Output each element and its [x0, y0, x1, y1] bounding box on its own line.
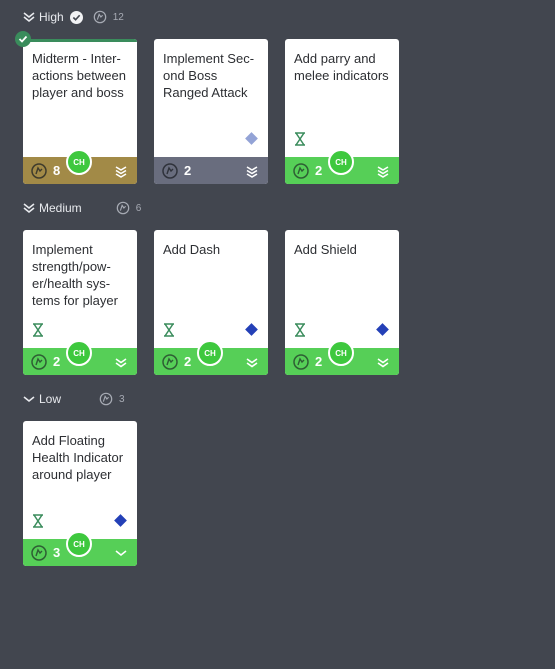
group-title: Medium	[39, 201, 82, 215]
group-points: 6	[116, 201, 142, 215]
points-icon	[162, 162, 178, 179]
group-complete-check-icon	[69, 10, 83, 24]
card-title: Add Shield	[294, 242, 357, 257]
story-card[interactable]: Add Dash 2 CH	[154, 230, 268, 375]
card-footer: 2 CH	[285, 149, 399, 184]
group-title: High	[39, 10, 64, 24]
group-points-value: 12	[112, 11, 124, 23]
points-icon	[116, 201, 129, 215]
points-icon	[93, 10, 106, 24]
card-title: Implement Sec­ond Boss Ranged Attack	[163, 51, 255, 100]
group-points-value: 6	[135, 202, 142, 214]
card-points: 8	[53, 163, 61, 178]
card-footer: 2 CH	[154, 340, 268, 375]
double-chevron-icon	[23, 203, 35, 214]
avatar[interactable]: CH	[328, 340, 354, 366]
hourglass-icon	[295, 132, 305, 146]
story-card[interactable]: Implement Sec­ond Boss Ranged Attack 2	[154, 39, 268, 184]
story-card[interactable]: Add parry and melee indicators 2 CH	[285, 39, 399, 184]
points-icon	[99, 392, 113, 406]
card-title: Add Dash	[163, 242, 221, 257]
points-icon	[293, 353, 309, 370]
avatar[interactable]: CH	[66, 149, 92, 175]
story-card[interactable]: Add Floating Health Indica­tor around pl…	[23, 421, 137, 566]
card-footer: 2	[154, 157, 268, 184]
done-stripe	[23, 39, 137, 42]
group-points: 12	[93, 10, 124, 24]
card-points: 2	[315, 163, 323, 178]
points-icon	[162, 353, 178, 370]
card-footer: 2 CH	[23, 340, 137, 375]
hourglass-icon	[295, 323, 305, 337]
priority-high-icon	[377, 166, 389, 178]
priority-high-icon	[246, 166, 258, 178]
avatar[interactable]: CH	[197, 340, 223, 366]
avatar[interactable]: CH	[328, 149, 354, 175]
card-footer: 3 CH	[23, 531, 137, 566]
hourglass-icon	[33, 323, 43, 337]
group-header-high[interactable]: High 12	[22, 7, 124, 27]
group-header-low[interactable]: Low 3	[22, 389, 125, 409]
chevron-down-icon	[23, 396, 35, 403]
priority-high-icon	[115, 166, 127, 178]
hourglass-icon	[33, 514, 43, 528]
card-title: Add parry and melee indicators	[294, 51, 389, 83]
card-title: Midterm - Inter­actions be­tween player …	[32, 51, 126, 100]
group-title: Low	[39, 392, 62, 406]
diamond-icon	[245, 132, 258, 145]
story-card[interactable]: Midterm - Inter­actions be­tween player …	[15, 31, 137, 184]
card-footer: 8 CH	[23, 149, 137, 184]
group-header-medium[interactable]: Medium 6	[22, 198, 141, 218]
priority-medium-icon	[246, 358, 258, 368]
card-title: Implement strength/pow­er/health sys­tem…	[32, 242, 118, 308]
points-icon	[293, 162, 309, 179]
group-points: 3	[99, 392, 125, 406]
card-title: Add Floating Health Indica­tor around pl…	[32, 433, 124, 482]
hourglass-icon	[164, 323, 174, 337]
diamond-icon	[245, 323, 258, 336]
card-points: 2	[184, 163, 192, 178]
double-chevron-up-icon	[23, 12, 35, 23]
priority-low-icon	[115, 550, 127, 557]
card-points: 2	[315, 354, 323, 369]
diamond-icon	[114, 514, 127, 527]
priority-medium-icon	[115, 358, 127, 368]
points-icon	[31, 353, 47, 370]
story-card[interactable]: Implement strength/pow­er/health sys­tem…	[23, 230, 137, 375]
story-card[interactable]: Add Shield 2 CH	[285, 230, 399, 375]
group-points-value: 3	[119, 393, 125, 405]
diamond-icon	[376, 323, 389, 336]
points-icon	[31, 544, 47, 561]
avatar[interactable]: CH	[66, 340, 92, 366]
avatar[interactable]: CH	[66, 531, 92, 557]
card-points: 3	[53, 545, 61, 560]
points-icon	[31, 162, 47, 179]
card-footer: 2 CH	[285, 340, 399, 375]
card-points: 2	[53, 354, 61, 369]
card-points: 2	[184, 354, 192, 369]
priority-medium-icon	[377, 358, 389, 368]
done-check-icon	[15, 31, 31, 47]
